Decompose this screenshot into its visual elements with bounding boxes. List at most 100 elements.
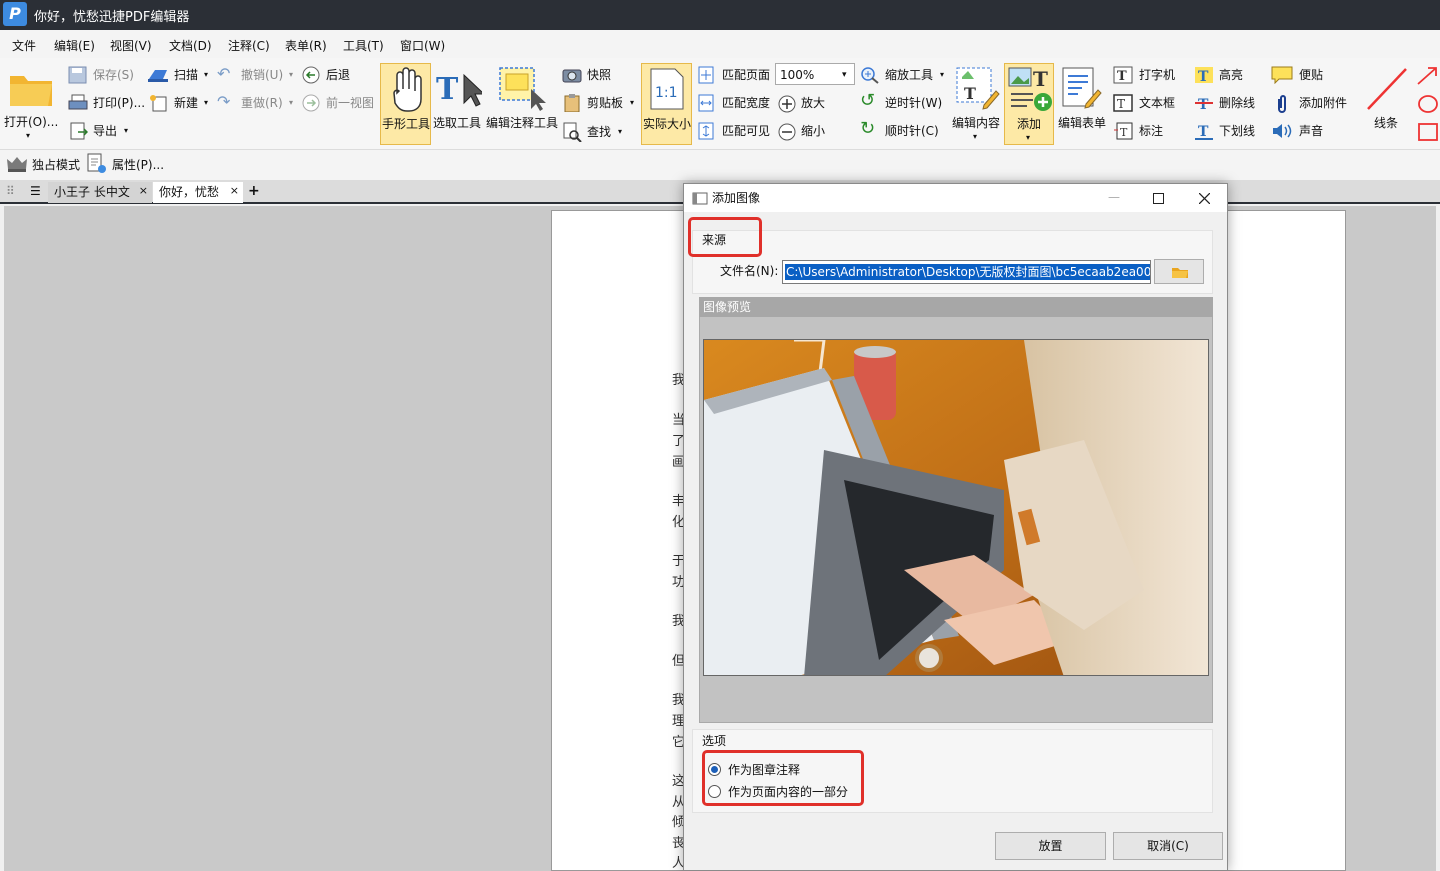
paperclip-icon [1278,95,1286,113]
cancel-button[interactable]: 取消(C) [1113,832,1223,860]
add-object-icon: T [1008,67,1052,111]
clipboard-button[interactable]: 剪贴板 ▾ [562,94,640,112]
close-icon[interactable] [1199,193,1210,204]
rectangle-shape-button[interactable] [1414,120,1440,144]
filename-input[interactable]: C:\Users\Administrator\Desktop\无版权封面图\bc… [782,260,1151,284]
properties-button[interactable]: 属性(P)... [86,153,166,175]
zoom-tool-button[interactable]: 缩放工具 ▾ [860,66,950,84]
redo-button[interactable]: ↷ 重做(R) ▾ [217,94,297,112]
underline-button[interactable]: T 下划线 [1194,122,1264,140]
previous-view-button[interactable]: 前一视图 [301,94,379,112]
menu-view[interactable]: 视图(V) [110,37,152,54]
save-button[interactable]: 保存(S) [68,66,140,84]
undo-button[interactable]: ↶ 撤销(U) ▾ [217,66,297,84]
rectangle-icon [1418,123,1438,141]
new-tab-plus-icon[interactable]: + [248,183,260,199]
app-title: 你好，忧愁迅捷PDF编辑器 [34,10,190,25]
image-preview-label: 图像预览 [703,300,752,314]
edit-content-icon: T [956,67,1000,110]
menu-form[interactable]: 表单(R) [285,37,327,54]
close-icon[interactable]: × [230,181,239,201]
exclusive-mode-button[interactable]: 独占模式 [6,154,84,174]
open-button[interactable]: 打开(O)... ▾ [4,64,58,144]
add-button[interactable]: T 添加 ▾ [1004,63,1054,145]
hand-tool-button[interactable]: 手形工具 [380,63,431,145]
tab-document-2[interactable]: 你好，忧愁 × [153,182,243,203]
back-arrow-icon [302,66,320,84]
folder-icon [10,76,52,106]
option-stamp-annotation[interactable]: 作为图章注释 [708,762,848,778]
dialog-title: 添加图像 [712,191,761,205]
lines-button[interactable]: 线条 [1362,63,1414,145]
edit-content-button[interactable]: T 编辑内容 ▾ [951,63,1003,145]
zoom-out-icon [778,123,796,141]
edit-form-button[interactable]: 编辑表单 [1057,63,1109,145]
fit-width-button[interactable]: 匹配宽度 [697,94,775,112]
tab-list-icon[interactable]: ☰ [30,183,41,199]
select-tool-button[interactable]: T 选取工具 [432,63,484,145]
strikethrough-button[interactable]: T 删除线 [1194,94,1264,112]
forward-arrow-icon [302,94,320,112]
fit-visible-icon [698,122,714,140]
menu-bar: 文件 编辑(E) 视图(V) 文档(D) 注释(C) 表单(R) 工具(T) 窗… [0,30,1440,58]
tab-document-1[interactable]: 小王子 长中文 × [48,182,152,203]
chevron-down-icon: ▾ [618,127,623,136]
menu-window[interactable]: 窗口(W) [400,37,445,54]
rotate-ccw-button[interactable]: ↺ 逆时针(W) [860,92,944,112]
actual-size-button[interactable]: 1:1 实际大小 [641,63,692,145]
option-page-content[interactable]: 作为页面内容的一部分 [708,784,858,800]
highlight-button[interactable]: T 高亮 [1194,66,1264,84]
print-button[interactable]: 打印(P)... [68,94,148,112]
browse-button[interactable] [1154,259,1204,284]
svg-text:T: T [1117,69,1127,84]
options-label: 选项 [702,734,727,748]
zoom-out-button[interactable]: 缩小 [777,122,837,142]
typewriter-button[interactable]: T 打字机 [1113,66,1187,84]
zoom-select[interactable]: 100% ▾ [775,63,855,85]
arrow-shape-button[interactable] [1414,64,1440,88]
oval-shape-button[interactable] [1414,92,1440,116]
svg-text:T: T [964,84,976,103]
oval-icon [1418,95,1438,113]
textbox-button[interactable]: T 文本框 [1113,94,1187,112]
chevron-down-icon: ▾ [973,132,978,141]
scan-button[interactable]: 扫描 ▾ [147,66,213,84]
fit-page-button[interactable]: 匹配页面 [697,66,775,84]
export-button[interactable]: 导出 ▾ [68,122,138,140]
zoom-in-button[interactable]: 放大 [777,94,837,114]
new-document-icon [150,95,167,112]
camera-icon [562,69,582,83]
place-button[interactable]: 放置 [995,832,1106,860]
close-icon[interactable]: × [139,181,148,201]
sticky-note-button[interactable]: 便贴 [1271,66,1335,84]
undo-icon: ↶ [217,64,231,83]
snapshot-button[interactable]: 快照 [562,66,622,84]
menu-document[interactable]: 文档(D) [169,37,212,54]
rotate-cw-button[interactable]: ↻ 顺时针(C) [860,120,944,140]
menu-file[interactable]: 文件 [12,37,36,54]
chevron-down-icon: ▾ [289,98,294,107]
sound-button[interactable]: 声音 [1271,122,1335,140]
crown-icon [7,157,27,172]
radio-page-content[interactable] [708,785,721,798]
minimize-icon[interactable]: — [1108,189,1120,205]
new-button[interactable]: 新建 ▾ [147,94,213,112]
attach-file-button[interactable]: 添加附件 [1271,94,1357,113]
find-button[interactable]: 查找 ▾ [562,122,628,142]
menu-edit[interactable]: 编辑(E) [54,37,95,54]
radio-stamp-annotation[interactable] [708,763,721,776]
add-image-dialog: 添加图像 — 来源 文件名(N): C:\Users\Administrator… [683,183,1228,871]
filename-label: 文件名(N): [720,264,779,278]
chevron-down-icon: ▾ [842,70,847,80]
back-button[interactable]: 后退 [301,66,361,84]
chevron-down-icon: ▾ [26,131,31,140]
export-icon [70,122,88,140]
sticky-note-icon [1271,66,1293,84]
fit-visible-button[interactable]: 匹配可见 [697,122,775,140]
callout-button[interactable]: T 标注 [1113,122,1187,140]
text-select-icon: T [436,72,482,107]
edit-annotation-tool-button[interactable]: 编辑注释工具 [485,63,559,145]
maximize-icon[interactable] [1153,193,1164,204]
menu-annotate[interactable]: 注释(C) [228,37,270,54]
menu-tools[interactable]: 工具(T) [343,37,384,54]
